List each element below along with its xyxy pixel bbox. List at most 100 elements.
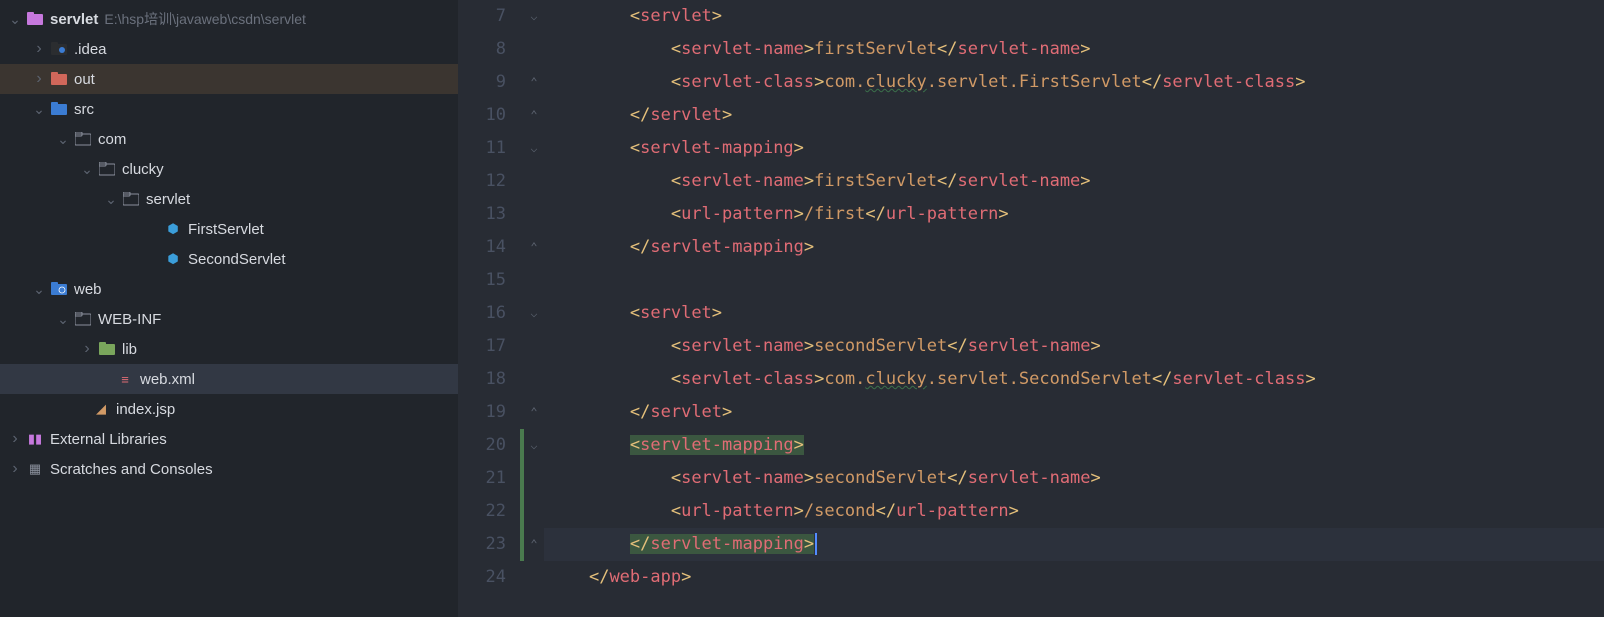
code-line[interactable]: <servlet> bbox=[544, 297, 1604, 330]
fold-handle bbox=[524, 495, 544, 528]
code-line[interactable]: <servlet-name>secondServlet</servlet-nam… bbox=[544, 462, 1604, 495]
tree-item-index-jsp[interactable]: ◢ index.jsp bbox=[0, 394, 458, 424]
fold-handle[interactable]: ⌃ bbox=[524, 231, 544, 264]
fold-handle[interactable]: ⌵ bbox=[524, 297, 544, 330]
line-number: 13 bbox=[458, 198, 506, 231]
tree-label: index.jsp bbox=[116, 401, 175, 418]
chevron-right-icon[interactable] bbox=[32, 44, 46, 54]
out-folder-icon bbox=[50, 70, 68, 88]
tree-label: External Libraries bbox=[50, 431, 167, 448]
code-line[interactable]: <url-pattern>/second</url-pattern> bbox=[544, 495, 1604, 528]
line-number: 12 bbox=[458, 165, 506, 198]
tree-item-lib[interactable]: lib bbox=[0, 334, 458, 364]
package-folder-icon bbox=[98, 160, 116, 178]
code-line[interactable] bbox=[544, 264, 1604, 297]
fold-handle[interactable]: ⌵ bbox=[524, 429, 544, 462]
tree-root-servlet[interactable]: servlet E:\hsp培训\javaweb\csdn\servlet bbox=[0, 4, 458, 34]
fold-handle bbox=[524, 33, 544, 66]
scratches-icon: ▦ bbox=[26, 460, 44, 478]
tree-item-com[interactable]: com bbox=[0, 124, 458, 154]
code-line[interactable]: <servlet-class>com.clucky.servlet.FirstS… bbox=[544, 66, 1604, 99]
chevron-down-icon[interactable] bbox=[104, 194, 118, 204]
web-folder-icon bbox=[50, 280, 68, 298]
fold-handle bbox=[524, 264, 544, 297]
fold-handle[interactable]: ⌃ bbox=[524, 99, 544, 132]
line-number: 9 bbox=[458, 66, 506, 99]
package-folder-icon bbox=[74, 130, 92, 148]
code-line-current[interactable]: </servlet-mapping> bbox=[544, 528, 1604, 561]
tree-item-scratches[interactable]: ▦ Scratches and Consoles bbox=[0, 454, 458, 484]
chevron-down-icon[interactable] bbox=[32, 284, 46, 294]
fold-handle[interactable]: ⌃ bbox=[524, 528, 544, 561]
fold-handle bbox=[524, 561, 544, 594]
line-number: 16 bbox=[458, 297, 506, 330]
tree-label: src bbox=[74, 101, 94, 118]
code-line[interactable]: </servlet-mapping> bbox=[544, 231, 1604, 264]
fold-handle bbox=[524, 198, 544, 231]
folder-icon bbox=[74, 310, 92, 328]
tree-item-out[interactable]: out bbox=[0, 64, 458, 94]
line-number-gutter: 7 8 9 10 11 12 13 14 15 16 17 18 19 20 2… bbox=[458, 0, 524, 617]
change-marker bbox=[520, 495, 524, 528]
line-number: 23 bbox=[458, 528, 506, 561]
fold-gutter[interactable]: ⌵ ⌃ ⌃ ⌵ ⌃ ⌵ ⌃ ⌵ ⌃ bbox=[524, 0, 544, 617]
chevron-down-icon[interactable] bbox=[56, 314, 70, 324]
chevron-down-icon[interactable] bbox=[8, 14, 22, 24]
code-line[interactable]: <servlet-class>com.clucky.servlet.Second… bbox=[544, 363, 1604, 396]
lib-folder-icon bbox=[98, 340, 116, 358]
tree-label: web.xml bbox=[140, 371, 195, 388]
tree-label: out bbox=[74, 71, 95, 88]
chevron-down-icon[interactable] bbox=[56, 134, 70, 144]
code-line[interactable]: <servlet> bbox=[544, 0, 1604, 33]
tree-item-external-libraries[interactable]: ▮▮ External Libraries bbox=[0, 424, 458, 454]
code-line[interactable]: <url-pattern>/first</url-pattern> bbox=[544, 198, 1604, 231]
chevron-down-icon[interactable] bbox=[32, 104, 46, 114]
line-number: 17 bbox=[458, 330, 506, 363]
tree-label: FirstServlet bbox=[188, 221, 264, 238]
tree-item-second-servlet[interactable]: ⬢ SecondServlet bbox=[0, 244, 458, 274]
fold-handle bbox=[524, 165, 544, 198]
line-number: 24 bbox=[458, 561, 506, 594]
fold-handle[interactable]: ⌃ bbox=[524, 396, 544, 429]
tree-item-web-xml[interactable]: ≡ web.xml bbox=[0, 364, 458, 394]
change-marker bbox=[520, 429, 524, 462]
libraries-icon: ▮▮ bbox=[26, 430, 44, 448]
tree-item-servlet-pkg[interactable]: servlet bbox=[0, 184, 458, 214]
code-line[interactable]: <servlet-name>firstServlet</servlet-name… bbox=[544, 165, 1604, 198]
class-icon: ⬢ bbox=[164, 220, 182, 238]
code-line[interactable]: </web-app> bbox=[544, 561, 1604, 594]
code-editor[interactable]: 7 8 9 10 11 12 13 14 15 16 17 18 19 20 2… bbox=[458, 0, 1604, 617]
tree-item-webinf[interactable]: WEB-INF bbox=[0, 304, 458, 334]
fold-handle bbox=[524, 330, 544, 363]
chevron-right-icon[interactable] bbox=[32, 74, 46, 84]
chevron-down-icon[interactable] bbox=[80, 164, 94, 174]
chevron-right-icon[interactable] bbox=[8, 434, 22, 444]
tree-item-clucky[interactable]: clucky bbox=[0, 154, 458, 184]
line-number: 8 bbox=[458, 33, 506, 66]
chevron-right-icon[interactable] bbox=[8, 464, 22, 474]
chevron-right-icon[interactable] bbox=[80, 344, 94, 354]
fold-handle[interactable]: ⌃ bbox=[524, 66, 544, 99]
line-number: 22 bbox=[458, 495, 506, 528]
tree-item-idea[interactable]: .idea bbox=[0, 34, 458, 64]
tree-label: Scratches and Consoles bbox=[50, 461, 213, 478]
fold-handle[interactable]: ⌵ bbox=[524, 132, 544, 165]
project-tree[interactable]: servlet E:\hsp培训\javaweb\csdn\servlet .i… bbox=[0, 0, 458, 617]
text-cursor bbox=[815, 533, 817, 555]
fold-handle[interactable]: ⌵ bbox=[524, 0, 544, 33]
tree-label: servlet bbox=[146, 191, 190, 208]
code-area[interactable]: <servlet> <servlet-name>firstServlet</se… bbox=[544, 0, 1604, 617]
tree-item-src[interactable]: src bbox=[0, 94, 458, 124]
tree-label: SecondServlet bbox=[188, 251, 286, 268]
code-line[interactable]: <servlet-name>secondServlet</servlet-nam… bbox=[544, 330, 1604, 363]
code-line[interactable]: </servlet> bbox=[544, 99, 1604, 132]
line-number: 19 bbox=[458, 396, 506, 429]
tree-item-web[interactable]: web bbox=[0, 274, 458, 304]
code-line[interactable]: <servlet-mapping> bbox=[544, 429, 1604, 462]
line-number: 11 bbox=[458, 132, 506, 165]
code-line[interactable]: </servlet> bbox=[544, 396, 1604, 429]
line-number: 14 bbox=[458, 231, 506, 264]
tree-item-first-servlet[interactable]: ⬢ FirstServlet bbox=[0, 214, 458, 244]
code-line[interactable]: <servlet-mapping> bbox=[544, 132, 1604, 165]
code-line[interactable]: <servlet-name>firstServlet</servlet-name… bbox=[544, 33, 1604, 66]
